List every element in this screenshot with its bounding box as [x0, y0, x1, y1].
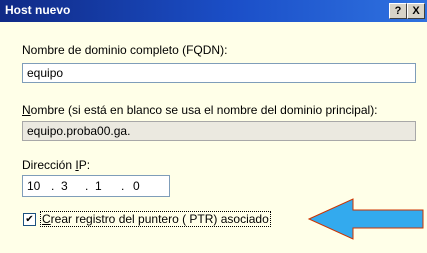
ip-octet-1[interactable]: 10 [27, 179, 40, 193]
fqdn-input[interactable]: equipo [22, 63, 416, 83]
host-dialog: Host nuevo ? X Nombre de dominio complet… [0, 0, 427, 253]
title-bar: Host nuevo ? X [0, 0, 427, 22]
dialog-title: Host nuevo [5, 3, 71, 17]
help-button[interactable]: ? [389, 3, 407, 19]
name-label-mnemonic: N [22, 103, 31, 117]
ip-octet-2[interactable]: 3 [61, 179, 68, 193]
ptr-checkbox[interactable]: ✔ [23, 213, 36, 226]
ip-dot-3: . [121, 179, 125, 193]
arrow-shape [307, 198, 424, 240]
ip-dot-2: . [85, 179, 89, 193]
ip-label-pre: Dirección [22, 158, 76, 172]
name-label-text: ombre (si está en blanco se usa el nombr… [30, 103, 378, 117]
name-field: equipo.proba00.ga. [22, 121, 416, 141]
annotation-arrow-icon [307, 198, 424, 240]
ip-label: Dirección IP: [22, 158, 90, 172]
ip-octet-4[interactable]: 0 [133, 179, 140, 193]
ip-dot-1: . [51, 179, 55, 193]
ip-label-post: P: [78, 158, 91, 172]
ptr-label-mnemonic: C [42, 212, 51, 226]
ip-address-input[interactable]: 10 . 3 . 1 . 0 [22, 175, 170, 197]
ptr-checkbox-label[interactable]: Crear registro del puntero ( PTR) asocia… [40, 211, 271, 227]
fqdn-label: Nombre de dominio completo (FQDN): [22, 43, 228, 57]
ip-octet-3[interactable]: 1 [95, 179, 102, 193]
name-label: Nombre (si está en blanco se usa el nomb… [22, 103, 378, 117]
close-button[interactable]: X [407, 3, 425, 19]
ptr-label-text: rear registro del puntero ( PTR) asociad… [50, 212, 269, 226]
